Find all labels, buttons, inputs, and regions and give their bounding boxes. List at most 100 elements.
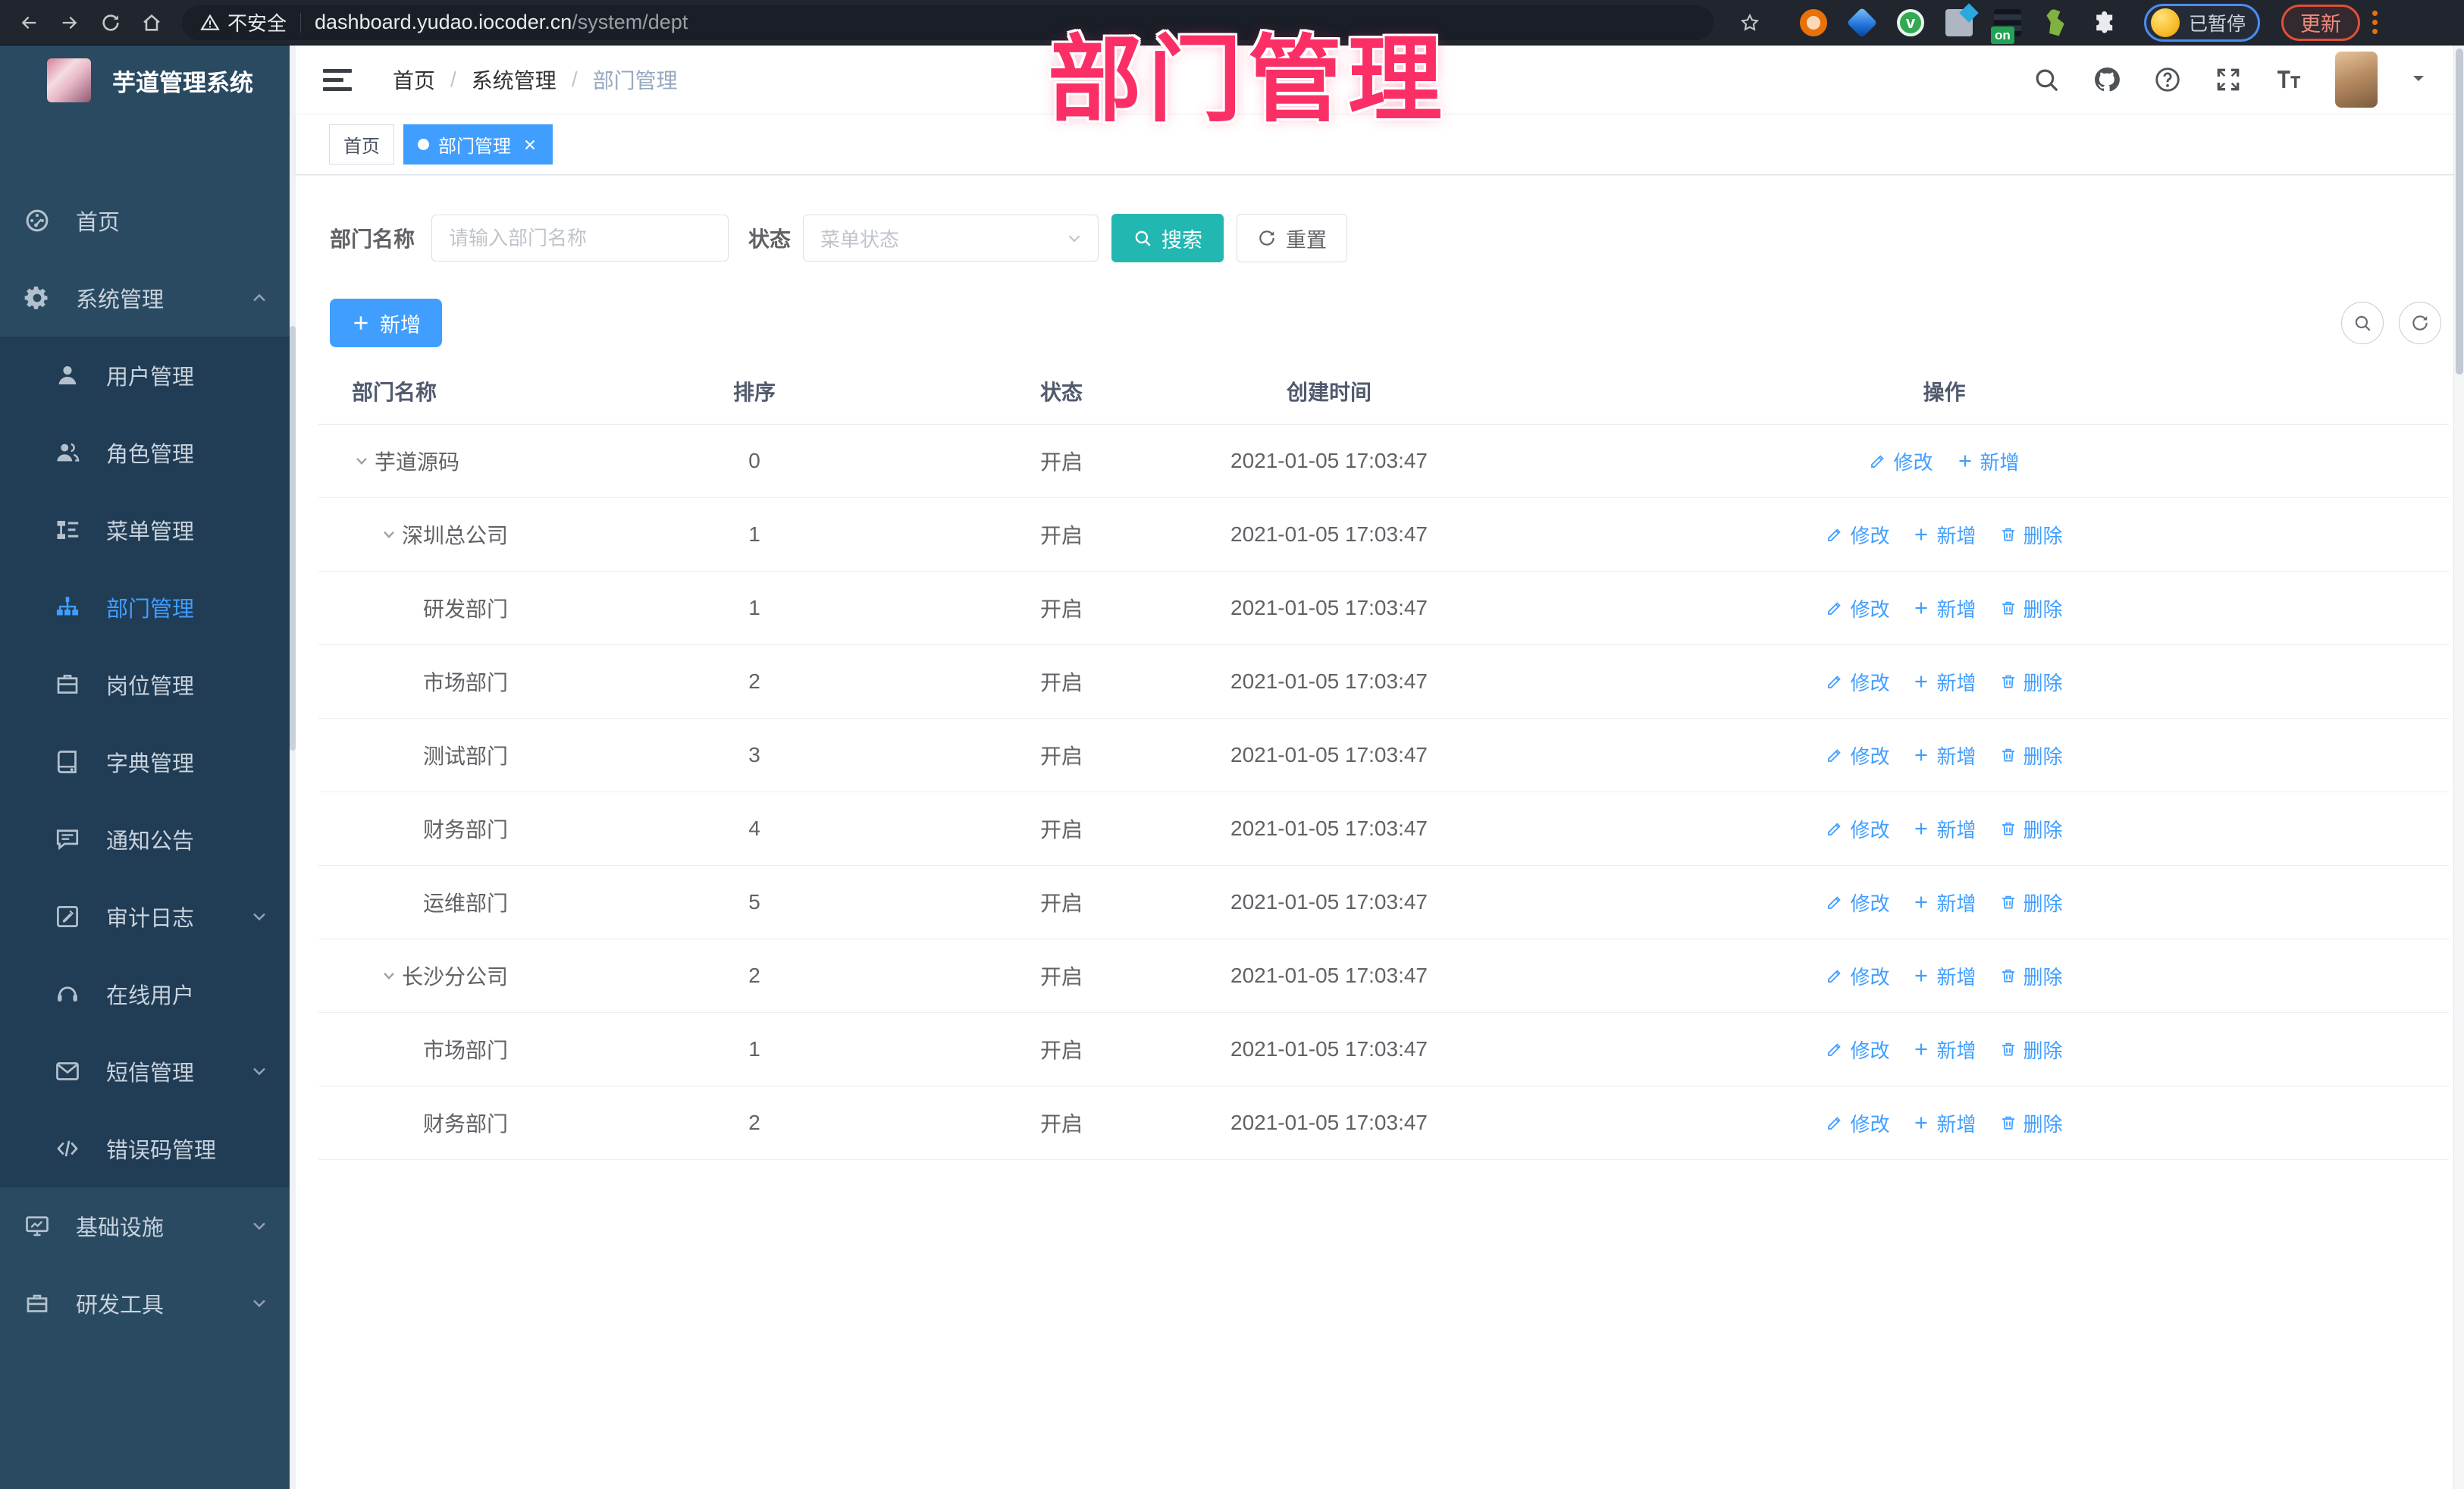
sidebar-item-tools[interactable]: 研发工具 bbox=[0, 1265, 296, 1342]
sidebar-item-menu[interactable]: 菜单管理 bbox=[0, 491, 296, 569]
hamburger-icon[interactable] bbox=[323, 68, 352, 91]
tab-close-icon[interactable] bbox=[522, 136, 538, 153]
op-del-link[interactable]: 删除 bbox=[1999, 741, 2063, 770]
fullscreen-icon[interactable] bbox=[2214, 65, 2243, 94]
breadcrumb-home[interactable]: 首页 bbox=[393, 64, 435, 95]
security-label[interactable]: 不安全 bbox=[227, 8, 287, 36]
gear-icon bbox=[23, 284, 52, 312]
extension-grid-icon[interactable] bbox=[1945, 8, 1973, 36]
op-edit-link[interactable]: 修改 bbox=[1826, 521, 1889, 549]
cell-create-time: 2021-01-05 17:03:47 bbox=[1230, 522, 1428, 546]
search-button[interactable]: 搜索 bbox=[1111, 214, 1224, 262]
expand-arrow-icon[interactable] bbox=[379, 525, 399, 544]
add-icon bbox=[1912, 893, 1930, 911]
extension-orange-icon[interactable] bbox=[1800, 8, 1827, 36]
edit-icon bbox=[1826, 599, 1844, 617]
op-del-link[interactable]: 删除 bbox=[1999, 1036, 2063, 1064]
status-select-placeholder: 菜单状态 bbox=[820, 227, 900, 251]
sidebar-item-notice[interactable]: 通知公告 bbox=[0, 801, 296, 878]
cell-status: 开启 bbox=[1039, 450, 1083, 474]
expand-arrow-icon[interactable] bbox=[352, 451, 371, 471]
sidebar-item-user[interactable]: 用户管理 bbox=[0, 337, 296, 414]
dept-name-input[interactable] bbox=[431, 215, 729, 262]
op-del-link[interactable]: 删除 bbox=[1999, 962, 2063, 990]
op-add-link[interactable]: 新增 bbox=[1912, 815, 1977, 843]
font-size-icon[interactable] bbox=[2274, 65, 2303, 94]
op-add-link[interactable]: 新增 bbox=[1912, 962, 1977, 990]
refresh-table-button[interactable] bbox=[2399, 302, 2441, 344]
sidebar-item-system[interactable]: 系统管理 bbox=[0, 259, 296, 337]
not-secure-warning-icon bbox=[200, 13, 220, 33]
sidebar-item-dict[interactable]: 字典管理 bbox=[0, 723, 296, 801]
op-edit-link[interactable]: 修改 bbox=[1826, 668, 1889, 696]
notice-icon bbox=[53, 825, 82, 854]
browser-reload-icon[interactable] bbox=[94, 6, 127, 39]
tab-dept[interactable]: 部门管理 bbox=[403, 124, 553, 165]
add-button-label: 新增 bbox=[380, 313, 421, 337]
cell-operations: 修改 新增 删除 bbox=[1440, 594, 2449, 622]
op-edit-link[interactable]: 修改 bbox=[1826, 594, 1889, 622]
op-del-link[interactable]: 删除 bbox=[1999, 521, 2063, 549]
op-edit-link[interactable]: 修改 bbox=[1869, 447, 1933, 475]
op-del-link[interactable]: 删除 bbox=[1999, 668, 2063, 696]
add-button[interactable]: 新增 bbox=[330, 299, 442, 347]
op-edit-link[interactable]: 修改 bbox=[1826, 1109, 1889, 1137]
op-add-link[interactable]: 新增 bbox=[1912, 594, 1977, 622]
address-bar[interactable]: 不安全 dashboard.yudao.iocoder.cn /system/d… bbox=[182, 5, 1713, 40]
page-scrollbar-thumb[interactable] bbox=[2456, 49, 2463, 375]
tab-home[interactable]: 首页 bbox=[329, 124, 394, 165]
op-add-link[interactable]: 新增 bbox=[1912, 668, 1977, 696]
breadcrumb-system[interactable]: 系统管理 bbox=[472, 64, 556, 95]
op-edit-link[interactable]: 修改 bbox=[1826, 962, 1889, 990]
op-del-link[interactable]: 删除 bbox=[1999, 594, 2063, 622]
sidebar-item-audit[interactable]: 审计日志 bbox=[0, 878, 296, 955]
op-add-link[interactable]: 新增 bbox=[1956, 447, 2020, 475]
browser-back-icon[interactable] bbox=[12, 6, 45, 39]
expand-arrow-icon[interactable] bbox=[379, 966, 399, 986]
bookmark-star-icon[interactable] bbox=[1733, 6, 1766, 39]
extension-switch-icon[interactable]: on bbox=[1991, 8, 2021, 44]
extension-on-badge: on bbox=[1991, 26, 2014, 44]
cell-create-time: 2021-01-05 17:03:47 bbox=[1230, 1111, 1428, 1134]
sidebar-item-dept[interactable]: 部门管理 bbox=[0, 569, 296, 646]
user-avatar[interactable] bbox=[2335, 52, 2378, 108]
sidebar-item-role[interactable]: 角色管理 bbox=[0, 414, 296, 491]
op-edit-link[interactable]: 修改 bbox=[1826, 889, 1889, 917]
op-add-link[interactable]: 新增 bbox=[1912, 1109, 1977, 1137]
header-search-icon[interactable] bbox=[2032, 65, 2061, 94]
op-edit-link[interactable]: 修改 bbox=[1826, 815, 1889, 843]
op-add-link[interactable]: 新增 bbox=[1912, 741, 1977, 770]
sidebar-item-infra[interactable]: 基础设施 bbox=[0, 1187, 296, 1265]
op-del-link[interactable]: 删除 bbox=[1999, 889, 2063, 917]
op-add-link[interactable]: 新增 bbox=[1912, 521, 1977, 549]
reset-button[interactable]: 重置 bbox=[1237, 214, 1348, 262]
browser-profile-chip[interactable]: 已暂停 bbox=[2144, 3, 2261, 42]
op-del-link[interactable]: 删除 bbox=[1999, 1109, 2063, 1137]
sidebar-item-home[interactable]: 首页 bbox=[0, 182, 296, 259]
status-select[interactable]: 菜单状态 bbox=[803, 215, 1099, 262]
op-add-link[interactable]: 新增 bbox=[1912, 889, 1977, 917]
sidebar-item-online[interactable]: 在线用户 bbox=[0, 955, 296, 1033]
extensions-puzzle-icon[interactable] bbox=[2091, 9, 2118, 36]
op-edit-link[interactable]: 修改 bbox=[1826, 1036, 1889, 1064]
op-add-link[interactable]: 新增 bbox=[1912, 1036, 1977, 1064]
op-del-link[interactable]: 删除 bbox=[1999, 815, 2063, 843]
github-icon[interactable] bbox=[2093, 65, 2121, 94]
browser-forward-icon[interactable] bbox=[53, 6, 86, 39]
help-icon[interactable] bbox=[2153, 65, 2182, 94]
sidebar-item-label: 在线用户 bbox=[106, 984, 195, 1008]
sidebar-item-errcode[interactable]: 错误码管理 bbox=[0, 1110, 296, 1187]
extension-gem-icon[interactable] bbox=[1846, 7, 1878, 38]
browser-update-button[interactable]: 更新 bbox=[2281, 4, 2361, 41]
avatar-caret-down-icon[interactable] bbox=[2409, 69, 2428, 91]
browser-home-icon[interactable] bbox=[135, 6, 168, 39]
toggle-search-button[interactable] bbox=[2341, 302, 2384, 344]
app-logo-row[interactable]: 芋道管理系统 bbox=[0, 45, 296, 115]
extension-check-icon[interactable]: v bbox=[1897, 8, 1924, 36]
extension-green-icon[interactable] bbox=[2046, 8, 2064, 36]
sidebar-item-sms[interactable]: 短信管理 bbox=[0, 1033, 296, 1110]
sidebar-scrollbar-thumb[interactable] bbox=[290, 326, 296, 751]
sidebar-item-post[interactable]: 岗位管理 bbox=[0, 646, 296, 723]
op-edit-link[interactable]: 修改 bbox=[1826, 741, 1889, 770]
browser-menu-icon[interactable] bbox=[2372, 11, 2378, 34]
